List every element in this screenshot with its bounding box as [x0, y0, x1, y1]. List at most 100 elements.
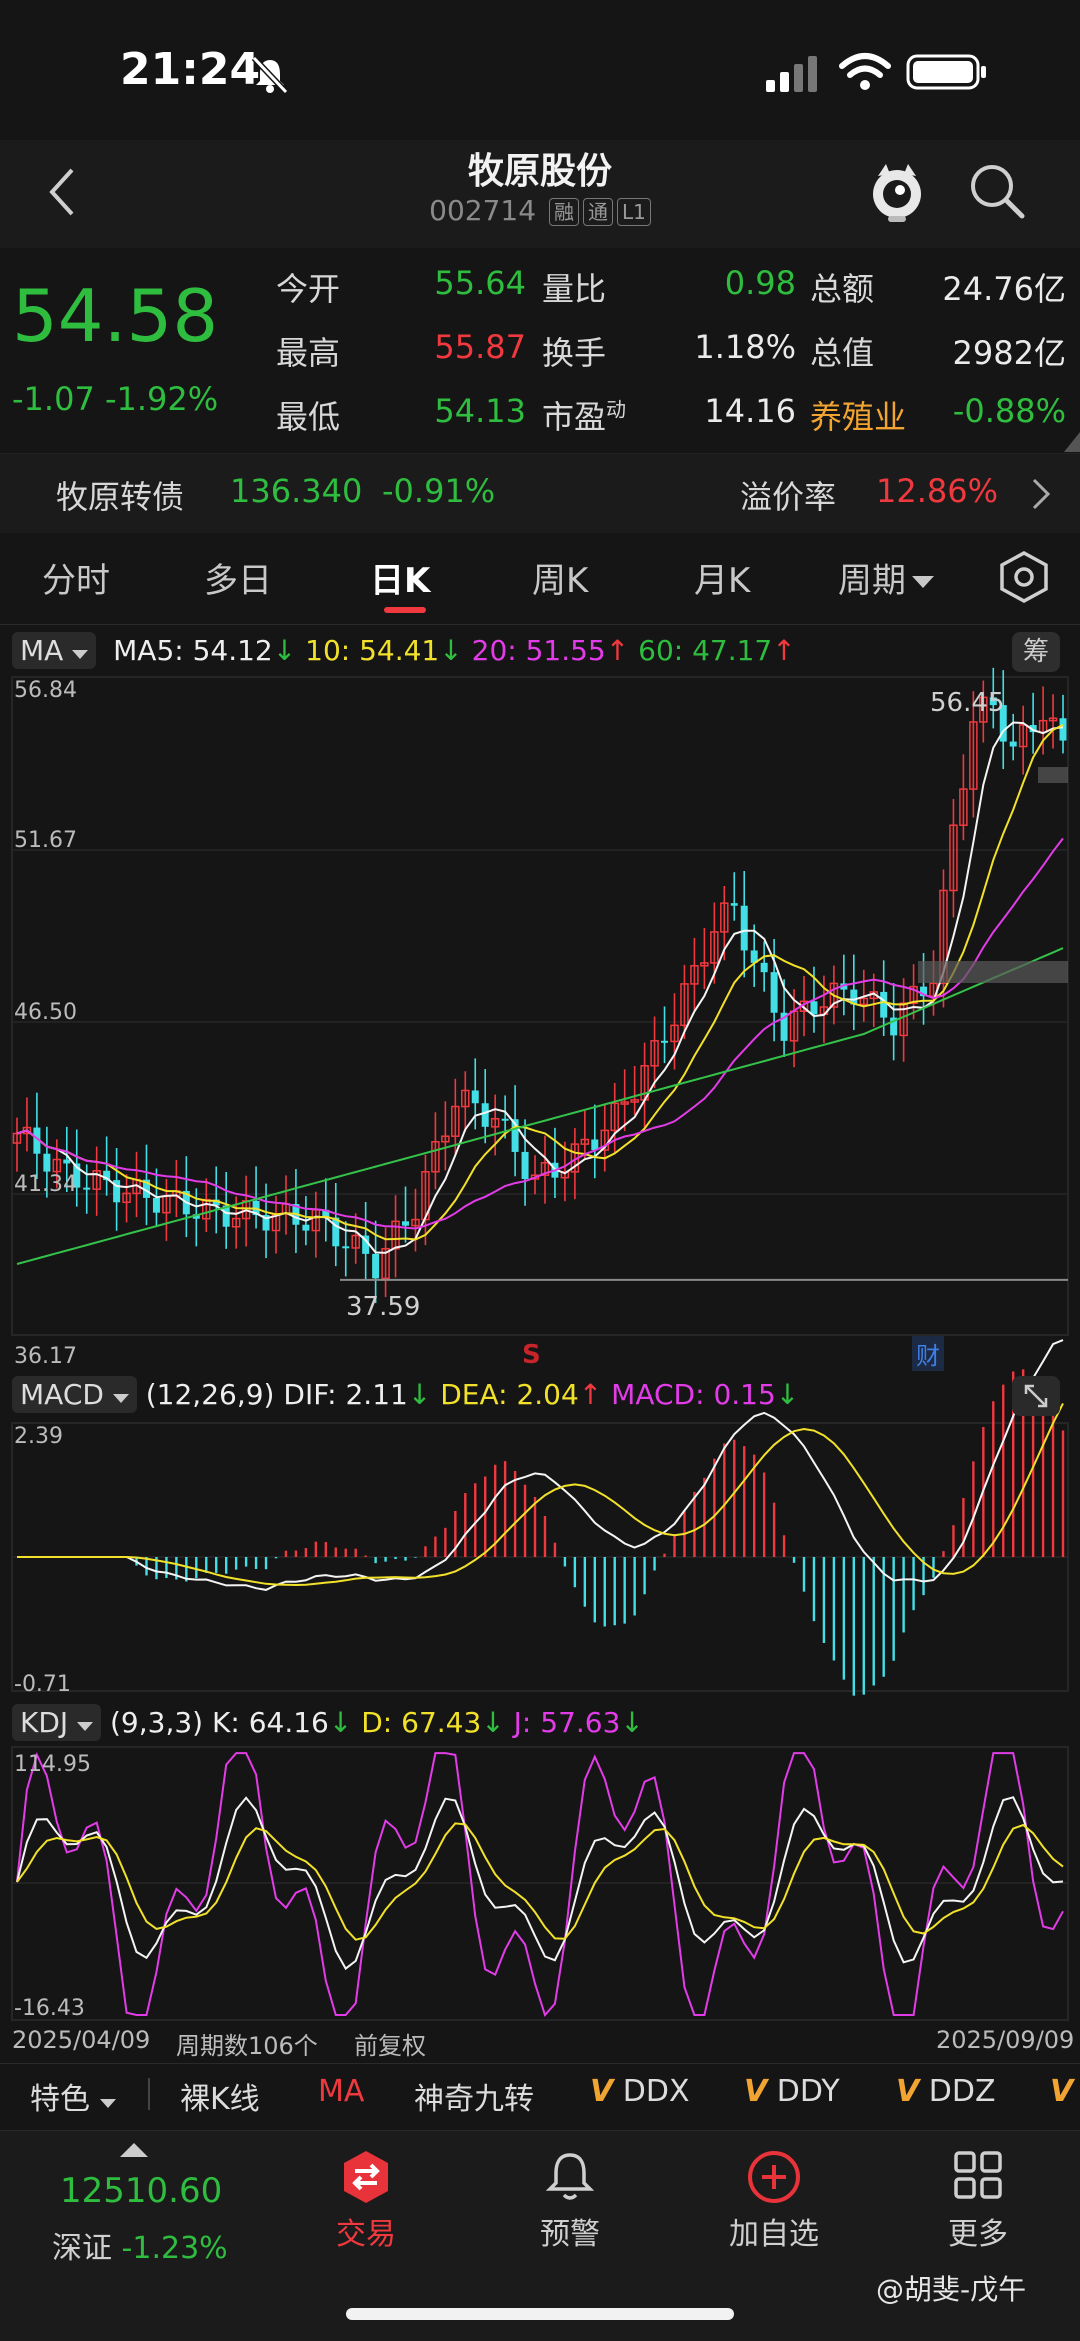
- grid-icon[interactable]: [952, 2149, 1004, 2201]
- change-percent: -1.92%: [104, 380, 219, 418]
- v-badge-icon: V: [590, 2074, 614, 2109]
- indicator-ddx[interactable]: V DDX: [590, 2074, 690, 2109]
- pe-value: 14.16: [704, 392, 796, 430]
- bond-price: 136.340: [230, 472, 363, 510]
- kdj-panel: [11, 1746, 1069, 2021]
- market-cap-value: 2982亿: [952, 334, 1066, 372]
- period-tabs: 分时 多日 日K 周K 月K 周期: [0, 533, 1080, 625]
- tab-weekly-k[interactable]: 周K: [532, 553, 588, 602]
- stock-code: 002714: [429, 194, 537, 227]
- nav-more[interactable]: 更多: [908, 2209, 1048, 2253]
- plus-circle-icon[interactable]: [746, 2149, 802, 2205]
- expand-icon[interactable]: [1012, 1376, 1060, 1416]
- kdj-legend-row: KDJ (9,3,3) K: 64.16↓ D: 67.43↓ J: 57.63…: [12, 1704, 1012, 1744]
- industry-link[interactable]: 养殖业: [810, 392, 906, 438]
- caret-up-icon[interactable]: [120, 2143, 148, 2159]
- tag-connect: 通: [582, 198, 613, 226]
- indicator-more-v[interactable]: V: [1050, 2074, 1073, 2109]
- caret-down-icon: [112, 1394, 129, 1403]
- market-cap-label: 总值: [810, 334, 875, 372]
- price-panel: [11, 667, 1069, 1336]
- status-bar: 21:24: [0, 0, 1080, 140]
- nav-add-watchlist[interactable]: 加自选: [704, 2209, 844, 2253]
- index-name-row[interactable]: 深证 -1.23%: [52, 2223, 228, 2267]
- indicator-toolbar: 特色 裸K线 MA 神奇九转 V DDX V DDY V DDZ V: [0, 2063, 1080, 2123]
- mascot-icon[interactable]: [866, 158, 928, 224]
- tab-daily-k[interactable]: 日K: [370, 553, 430, 602]
- tab-multi-day[interactable]: 多日: [204, 553, 272, 602]
- corner-triangle-icon: [1064, 432, 1080, 452]
- search-icon[interactable]: [968, 162, 1026, 220]
- watermark: @胡斐-戊午: [876, 2273, 1027, 2306]
- kdj-selector[interactable]: KDJ: [12, 1704, 102, 1741]
- kdj-y-label-bottom: -16.43: [14, 1996, 85, 2021]
- divider: [148, 2078, 150, 2110]
- price-change: -1.07 -1.92%: [12, 380, 218, 418]
- bell-icon[interactable]: [544, 2149, 596, 2205]
- indicator-ddy[interactable]: V DDY: [744, 2074, 840, 2109]
- indicator-magic-nine[interactable]: 神奇九转: [414, 2074, 534, 2118]
- quote-panel: 54.58 -1.07 -1.92% 今开 55.64 量比 0.98 总额 2…: [0, 248, 1080, 453]
- indicator-naked-k[interactable]: 裸K线: [180, 2074, 260, 2118]
- turnover-rate-label: 换手: [542, 334, 607, 372]
- tab-period[interactable]: 周期: [838, 553, 934, 602]
- home-indicator[interactable]: [346, 2308, 734, 2320]
- current-price: 54.58: [12, 274, 219, 358]
- volume-ratio-value: 0.98: [724, 264, 796, 302]
- v-badge-icon: V: [1050, 2074, 1074, 2109]
- adjust-mode[interactable]: 前复权: [354, 2026, 426, 2061]
- signal-s-marker[interactable]: S: [522, 1340, 541, 1370]
- macd-params: (12,26,9): [145, 1378, 275, 1411]
- macd-dea: DEA: 2.04: [440, 1378, 579, 1411]
- kdj-y-label-top: 114.95: [14, 1752, 91, 1777]
- caret-down-icon: [912, 575, 934, 588]
- macd-y-label-bottom: -0.71: [14, 1672, 71, 1697]
- settings-hexagon-icon[interactable]: [998, 549, 1050, 605]
- nav-alert[interactable]: 预警: [500, 2209, 640, 2253]
- turnover-rate-value: 1.18%: [694, 328, 796, 366]
- indicator-ddy-label: DDY: [776, 2074, 840, 2109]
- high-value: 55.87: [434, 328, 526, 366]
- v-badge-icon: V: [744, 2074, 768, 2109]
- indicator-ddz-label: DDZ: [928, 2074, 996, 2109]
- pe-label: 市盈动: [542, 392, 626, 438]
- turnover-amount-value: 24.76亿: [942, 270, 1066, 308]
- open-label: 今开: [276, 270, 341, 308]
- feature-selector[interactable]: 特色: [30, 2074, 116, 2118]
- tag-margin: 融: [548, 198, 579, 226]
- chevron-right-icon: [1032, 478, 1051, 510]
- index-value[interactable]: 12510.60: [60, 2171, 222, 2211]
- index-name: 深证: [52, 2231, 112, 2266]
- tag-level: L1: [616, 198, 651, 226]
- macd-y-label-top: 2.39: [14, 1424, 63, 1449]
- indicator-ma[interactable]: MA: [318, 2074, 364, 2109]
- high-price-label: 56.45: [930, 688, 1005, 718]
- mute-bell-icon: [251, 55, 289, 94]
- premium-label: 溢价率: [740, 478, 837, 516]
- price-y-label-4: 36.17: [14, 1344, 77, 1369]
- kdj-k: K: 64.16: [212, 1706, 329, 1739]
- macd-selector[interactable]: MACD: [12, 1376, 137, 1413]
- macd-legend-row: MACD (12,26,9) DIF: 2.11↓ DEA: 2.04↑ MAC…: [12, 1376, 1012, 1416]
- low-label: 最低: [276, 398, 341, 436]
- change-value: -1.07: [12, 380, 95, 418]
- trade-icon[interactable]: [338, 2149, 394, 2205]
- bond-change: -0.91%: [382, 472, 496, 510]
- wifi-icon: [839, 53, 891, 90]
- premium-value: 12.86%: [876, 472, 999, 510]
- battery-icon: [906, 54, 986, 90]
- caret-down-icon: [99, 2099, 116, 2108]
- tab-monthly-k[interactable]: 月K: [694, 553, 750, 602]
- low-value: 54.13: [434, 392, 526, 430]
- axis-end-date: 2025/09/09: [936, 2026, 1075, 2054]
- indicator-ddz[interactable]: V DDZ: [896, 2074, 996, 2109]
- tab-intraday[interactable]: 分时: [42, 553, 110, 602]
- active-tab-indicator: [384, 607, 426, 613]
- turnover-amount-label: 总额: [810, 270, 875, 308]
- status-time: 21:24: [120, 44, 261, 95]
- nav-trade[interactable]: 交易: [296, 2209, 436, 2253]
- convertible-bond-row[interactable]: 牧原转债 136.340 -0.91% 溢价率 12.86%: [0, 453, 1080, 533]
- kdj-j: J: 57.63: [513, 1706, 621, 1739]
- finance-report-marker[interactable]: 财: [912, 1336, 944, 1371]
- tab-period-label: 周期: [838, 561, 906, 601]
